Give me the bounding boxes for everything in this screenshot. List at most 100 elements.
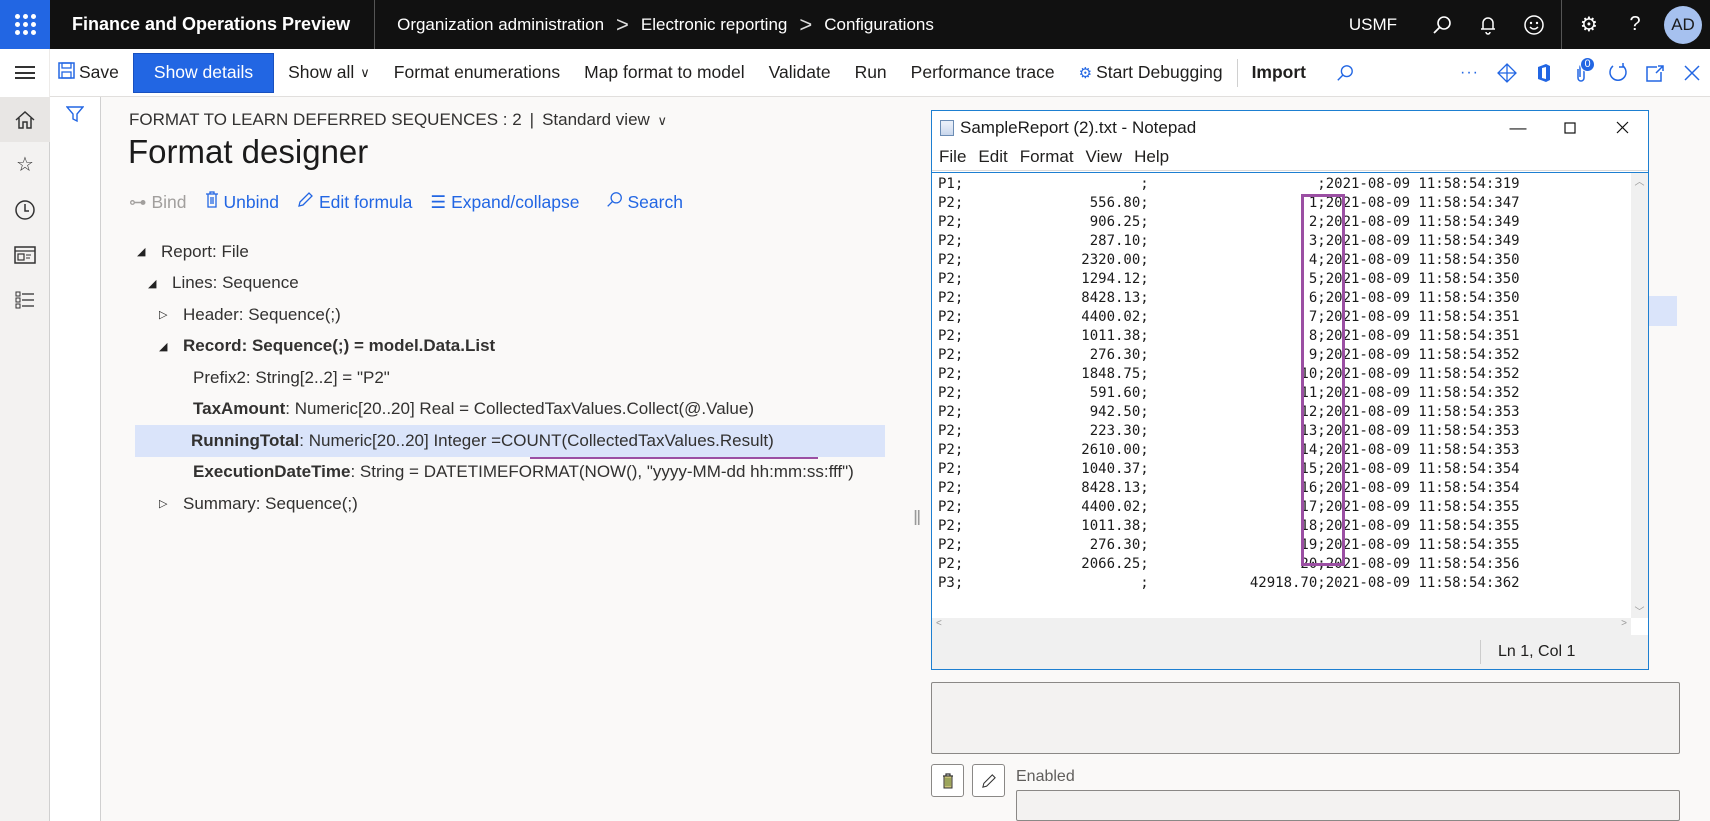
notepad-line: P2; 2610.00; 14;2021-08-09 11:58:54:353 [938,442,1520,458]
workspaces-icon[interactable] [0,232,50,277]
breadcrumb-item-configurations[interactable]: Configurations [824,15,934,35]
notepad-title-bar[interactable]: SampleReport (2).txt - Notepad — [932,111,1648,144]
link-icon: ⊶ [129,191,147,212]
divider [1561,0,1562,49]
bind-button[interactable]: ⊶ Bind [129,191,187,213]
selected-row-background [1649,296,1677,326]
expand-collapse-button[interactable]: ☰ Expand/collapse [430,191,579,213]
formula-text-area[interactable] [931,682,1680,754]
unbind-button[interactable]: Unbind [205,191,279,213]
search-icon[interactable] [1326,49,1363,97]
close-icon[interactable] [1673,49,1710,97]
top-bar: Finance and Operations Preview Organizat… [0,0,1710,49]
vertical-scrollbar[interactable]: ︿ ﹀ [1631,173,1648,618]
save-button[interactable]: Save [50,49,131,97]
power-apps-icon[interactable] [1488,49,1525,97]
unbind-label: Unbind [223,191,279,212]
open-in-new-window-icon[interactable] [1636,49,1673,97]
search-icon[interactable] [1419,0,1465,49]
menu-view[interactable]: View [1086,147,1123,167]
list-icon: ☰ [430,191,447,212]
action-bar: Save Show details Show all ∨ Format enum… [0,48,1710,97]
scroll-right-icon[interactable]: > [1621,618,1627,629]
tree-node-executiondatetime[interactable]: ExecutionDateTime: String = DATETIMEFORM… [137,457,931,489]
view-selector[interactable]: Standard view ∨ [542,110,667,130]
attachments-icon[interactable]: 0 [1562,49,1599,97]
tree-node-lines[interactable]: ◢ Lines: Sequence [137,268,931,300]
scroll-left-icon[interactable]: < [936,618,942,629]
maximize-icon[interactable] [1544,111,1596,144]
minimize-icon[interactable]: — [1492,111,1544,144]
notepad-line: P1; ; ;2021-08-09 11:58:54:319 [938,176,1520,192]
horizontal-scrollbar[interactable]: < > [932,618,1631,635]
menu-file[interactable]: File [939,147,966,167]
notepad-line: P2; 1011.38; 8;2021-08-09 11:58:54:351 [938,328,1520,344]
favorites-icon[interactable]: ☆ [0,142,50,187]
format-enumerations-button[interactable]: Format enumerations [382,49,572,97]
show-all-dropdown[interactable]: Show all ∨ [276,49,382,97]
notepad-line: P2; 4400.02; 7;2021-08-09 11:58:54:351 [938,309,1520,325]
attachments-count-badge: 0 [1580,56,1595,72]
notepad-content[interactable]: P1; ; ;2021-08-09 11:58:54:319 P2; 556.80… [938,175,1520,593]
tree-node-summary[interactable]: ▷ Summary: Sequence(;) [137,488,931,520]
avatar[interactable]: AD [1664,5,1702,44]
collapsed-triangle-icon[interactable]: ▷ [159,308,183,321]
map-format-to-model-button[interactable]: Map format to model [572,49,756,97]
scroll-down-icon[interactable]: ﹀ [1631,603,1648,618]
notepad-line: P2; 942.50; 12;2021-08-09 11:58:54:353 [938,404,1520,420]
modules-icon[interactable] [0,277,50,322]
filter-icon[interactable] [65,105,85,128]
notepad-window: SampleReport (2).txt - Notepad — File Ed… [931,110,1649,670]
recent-icon[interactable] [0,187,50,232]
tree-node-record[interactable]: ◢ Record: Sequence(;) = model.Data.List [137,331,931,363]
edit-formula-button[interactable]: Edit formula [297,191,412,213]
hamburger-menu-button[interactable] [0,48,50,97]
start-debugging-button[interactable]: ⚙ Start Debugging [1067,49,1235,97]
scroll-up-icon[interactable]: ︿ [1631,173,1648,188]
bell-icon[interactable] [1465,0,1511,49]
validate-button[interactable]: Validate [757,49,843,97]
notepad-line: P3; ; 42918.70;2021-08-09 11:58:54:362 [938,575,1520,591]
count-column-highlight-box [1301,194,1345,566]
performance-trace-button[interactable]: Performance trace [899,49,1067,97]
help-icon[interactable]: ? [1612,0,1658,49]
breadcrumb-item-electronic-reporting[interactable]: Electronic reporting [641,15,787,35]
notepad-text-area[interactable]: P1; ; ;2021-08-09 11:58:54:319 P2; 556.80… [932,172,1648,636]
view-label: Standard view [542,110,650,129]
show-details-button[interactable]: Show details [132,52,275,93]
menu-help[interactable]: Help [1134,147,1169,167]
delete-button[interactable] [931,764,964,797]
app-title[interactable]: Finance and Operations Preview [50,0,376,49]
enabled-label: Enabled [1016,768,1075,785]
office-icon[interactable] [1525,49,1562,97]
pane-splitter-handle[interactable]: ‖ [913,508,921,531]
collapsed-triangle-icon[interactable]: ▷ [159,497,183,510]
tree-node-header[interactable]: ▷ Header: Sequence(;) [137,299,931,331]
expanded-triangle-icon[interactable]: ◢ [159,340,183,353]
notepad-line: P2; 1848.75; 10;2021-08-09 11:58:54:352 [938,366,1520,382]
home-icon[interactable] [0,97,50,142]
company-picker[interactable]: USMF [1349,15,1397,35]
tree-node-taxamount[interactable]: TaxAmount: Numeric[20..20] Real = Collec… [137,394,931,426]
menu-format[interactable]: Format [1020,147,1074,167]
breadcrumb-item-org-admin[interactable]: Organization administration [397,15,604,35]
app-launcher-button[interactable] [0,0,50,49]
notepad-line: P2; 1294.12; 5;2021-08-09 11:58:54:350 [938,271,1520,287]
enabled-field[interactable] [1016,790,1680,821]
runningtotal-formula: COUNT(CollectedTaxValues.Result) [501,430,774,450]
tree-node-runningtotal[interactable]: RunningTotal: Numeric[20..20] Integer = … [135,425,885,459]
more-options-icon[interactable]: ··· [1451,49,1488,97]
refresh-icon[interactable] [1599,49,1636,97]
tree-node-prefix2[interactable]: Prefix2: String[2..2] = "P2" [137,362,931,394]
expanded-triangle-icon[interactable]: ◢ [148,277,172,290]
expanded-triangle-icon[interactable]: ◢ [137,245,161,258]
menu-edit[interactable]: Edit [978,147,1007,167]
run-button[interactable]: Run [843,49,899,97]
search-button[interactable]: Search [606,191,683,213]
import-button[interactable]: Import [1240,49,1318,97]
smiley-icon[interactable] [1511,0,1557,49]
close-icon[interactable] [1596,111,1648,144]
edit-button[interactable] [972,764,1005,797]
gear-icon[interactable]: ⚙ [1566,0,1612,49]
tree-node-report[interactable]: ◢ Report: File [137,236,931,268]
